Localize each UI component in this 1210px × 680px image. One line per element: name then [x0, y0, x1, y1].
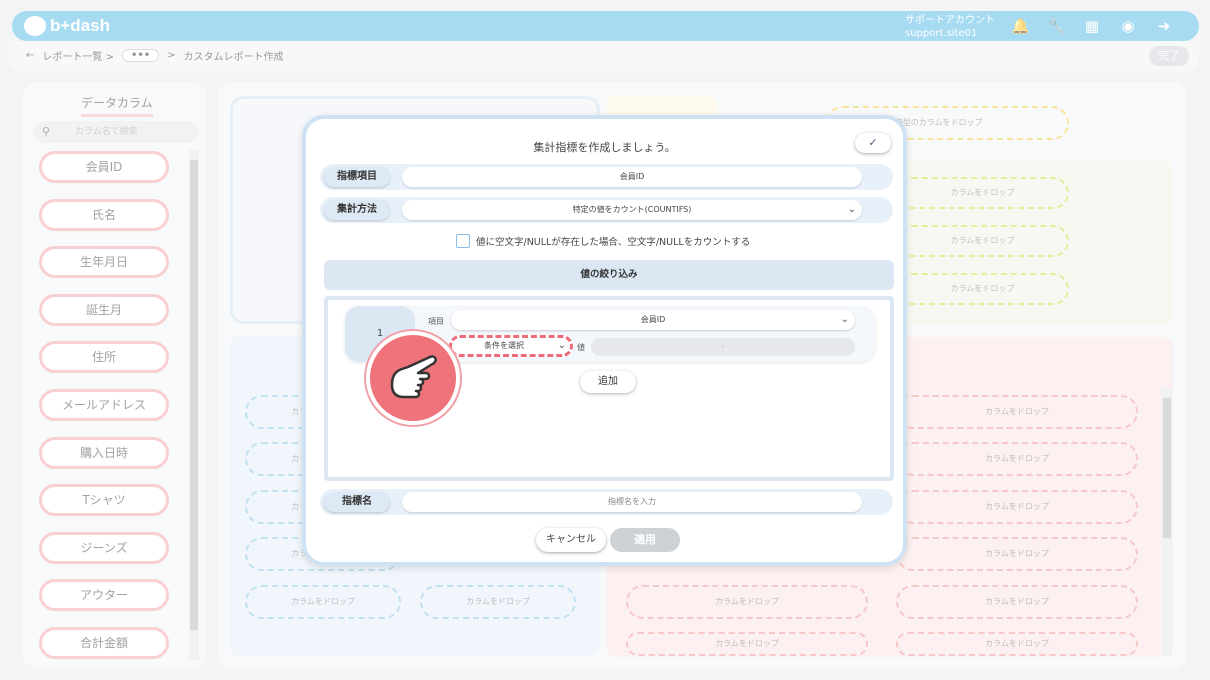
chevron-down-icon: ⌄ [840, 314, 849, 325]
condition-select[interactable]: 条件を選択 ⌄ [449, 335, 573, 357]
apply-button[interactable]: 適用 [610, 528, 680, 552]
metric-item-row: 指標項目 会員ID [320, 164, 893, 190]
agg-method-row: 集計方法 特定の値をカウント(COUNTIFS) ⌄ [320, 197, 893, 223]
agg-method-label: 集計方法 [324, 200, 390, 220]
null-count-checkbox[interactable] [456, 234, 470, 248]
beginner-mark-icon[interactable]: ✓ [855, 133, 891, 153]
condition-value-key: 値 [577, 343, 585, 352]
metric-item-label: 指標項目 [324, 167, 390, 187]
chevron-down-icon: ⌄ [847, 204, 856, 215]
hand-glyph [390, 355, 437, 399]
metric-name-row: 指標名 指標名を入力 [320, 489, 893, 515]
modal-title: 集計指標を作成しましょう。 [533, 141, 676, 154]
condition-item-value: 会員ID [640, 315, 666, 324]
filter-section-title: 値の絞り込み [324, 260, 894, 290]
agg-method-value: 特定の値をカウント(COUNTIFS) [572, 205, 692, 214]
pointing-hand-icon [366, 331, 460, 425]
cancel-button[interactable]: キャンセル [536, 528, 606, 552]
chevron-down-icon: ⌄ [557, 340, 566, 351]
condition-value-input[interactable]: - [591, 338, 855, 356]
add-condition-button[interactable]: 追加 [580, 371, 636, 393]
condition-item-select[interactable]: 会員ID ⌄ [451, 310, 855, 330]
condition-select-placeholder: 条件を選択 [484, 341, 524, 350]
null-count-option: 値に空文字/NULLが存在した場合、空文字/NULLをカウントする [456, 234, 750, 248]
metric-item-field[interactable]: 会員ID [402, 167, 862, 187]
null-count-label: 値に空文字/NULLが存在した場合、空文字/NULLをカウントする [476, 237, 751, 248]
agg-method-select[interactable]: 特定の値をカウント(COUNTIFS) ⌄ [402, 200, 862, 220]
metric-name-input[interactable]: 指標名を入力 [402, 492, 862, 512]
condition-item-key: 項目 [428, 317, 444, 326]
metric-name-label: 指標名 [324, 492, 390, 512]
